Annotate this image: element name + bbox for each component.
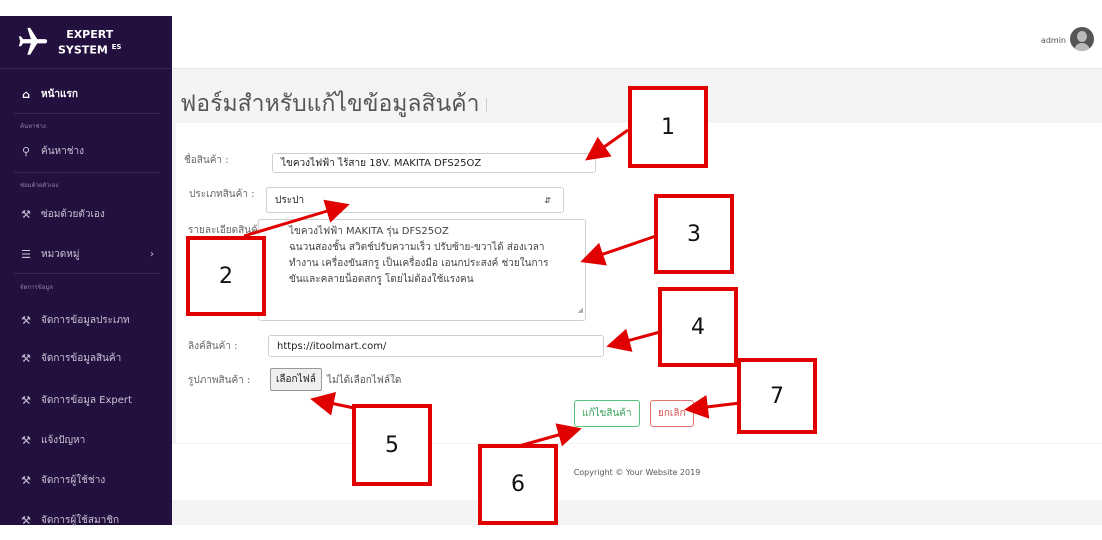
sidebar-item-label: หน้าแรก <box>41 88 78 100</box>
product-link-input[interactable]: https://itoolmart.com/ <box>268 335 604 357</box>
annotation-box-6: 6 <box>478 444 558 525</box>
name-label: ชื่อสินค้า : <box>184 155 229 166</box>
sidebar-heading-data: จัดการข้อมูล <box>20 284 53 291</box>
divider <box>14 172 160 173</box>
link-label: ลิงค์สินค้า : <box>188 341 238 352</box>
sidebar-item-label: จัดการผู้ใช้ช่าง <box>41 474 106 486</box>
footer: Copyright © Your Website 2019 <box>172 444 1102 500</box>
wrench-icon: ⚒ <box>21 351 31 365</box>
avatar[interactable] <box>1070 27 1094 51</box>
list-icon: ☰ <box>21 247 31 261</box>
sidebar-item-manage-member[interactable]: ⚒ จัดการผู้ใช้สมาชิก <box>0 500 172 540</box>
select-arrow-icon: ⇵ <box>544 195 551 205</box>
resize-handle-icon[interactable]: ◢ <box>578 302 583 318</box>
page-title-text: ฟอร์มสำหรับแก้ไขข้อมูลสินค้า <box>180 91 480 117</box>
annotation-box-1: 1 <box>628 86 708 168</box>
annotation-box-4: 4 <box>658 287 738 367</box>
annotation-box-3: 3 <box>654 194 734 274</box>
sidebar-item-label: หมวดหมู่ <box>41 248 80 260</box>
sidebar-item-search[interactable]: ⚲ ค้นหาช่าง <box>0 131 172 171</box>
detail-line: ขันและคลายน็อตสกรู โดยไม่ต้องใช้แรงคน <box>289 274 474 285</box>
title-divider <box>485 97 487 112</box>
detail-line: ฉนวนสองชั้น สวิตช์ปรับความเร็ว ปรับซ้าย-… <box>289 242 545 253</box>
annotation-box-5: 5 <box>352 404 432 486</box>
brand-line1: EXPERT <box>66 27 114 41</box>
annotation-box-7: 7 <box>737 358 817 434</box>
sidebar-item-label: จัดการข้อมูลประเภท <box>41 314 130 326</box>
product-name-input[interactable]: ไขควงไฟฟ้า ไร้สาย 18V. MAKITA DFS25OZ <box>272 153 596 173</box>
sidebar-item-manage-expert[interactable]: ⚒ จัดการข้อมูล Expert <box>0 380 172 420</box>
user-name[interactable]: admin <box>1041 36 1066 45</box>
choose-file-button[interactable]: เลือกไฟล์ <box>270 368 322 391</box>
home-icon: ⌂ <box>22 87 30 101</box>
detail-line: ทำงาน เครื่องขันสกรู เป็นเครื่องมือ เอนก… <box>289 258 549 269</box>
type-label: ประเภทสินค้า : <box>189 189 255 200</box>
sidebar-item-label: จัดการผู้ใช้สมาชิก <box>41 514 120 526</box>
sidebar-item-manage-product[interactable]: ⚒ จัดการข้อมูลสินค้า <box>0 338 172 378</box>
wrench-icon: ⚒ <box>21 207 31 221</box>
sidebar-item-report[interactable]: ⚒ แจ้งปัญหา <box>0 420 172 460</box>
wrench-icon: ⚒ <box>21 313 31 327</box>
top-strip <box>0 0 1102 16</box>
sidebar-item-label: ค้นหาช่าง <box>41 145 85 157</box>
chevron-right-icon: › <box>150 248 154 260</box>
wrench-icon: ⚒ <box>21 393 31 407</box>
sidebar-item-label: จัดการข้อมูลสินค้า <box>41 352 122 364</box>
wrench-icon: ⚒ <box>21 473 31 487</box>
search-icon: ⚲ <box>21 144 31 158</box>
divider <box>14 273 160 274</box>
copyright-text: Copyright © Your Website 2019 <box>573 468 701 477</box>
divider <box>14 113 160 114</box>
product-type-value: ประปา <box>275 194 305 206</box>
sidebar-item-category[interactable]: ☰ หมวดหมู่ › <box>0 234 172 274</box>
sidebar-item-label: แจ้งปัญหา <box>41 434 86 446</box>
page-title: ฟอร์มสำหรับแก้ไขข้อมูลสินค้า <box>180 86 487 122</box>
edit-form-card: ชื่อสินค้า : ไขควงไฟฟ้า ไร้สาย 18V. MAKI… <box>176 123 1102 443</box>
edit-product-button[interactable]: แก้ไขสินค้า <box>574 400 640 427</box>
top-header: admin <box>172 16 1102 69</box>
wrench-icon: ⚒ <box>21 433 31 447</box>
sidebar-item-home[interactable]: ⌂ หน้าแรก <box>0 74 172 114</box>
sidebar-heading-search: ค้นหาช่าง <box>20 123 46 130</box>
brand[interactable]: EXPERT SYSTEM ES <box>0 16 172 69</box>
brand-line2: SYSTEM <box>58 43 108 57</box>
sidebar: EXPERT SYSTEM ES ⌂ หน้าแรก ค้นหาช่าง ⚲ ค… <box>0 16 172 527</box>
annotation-box-2: 2 <box>186 236 266 316</box>
image-label: รูปภาพสินค้า : <box>188 375 251 386</box>
sidebar-item-manage-technician[interactable]: ⚒ จัดการผู้ใช้ช่าง <box>0 460 172 500</box>
product-type-select[interactable]: ประปา ⇵ <box>266 187 564 213</box>
airplane-icon <box>18 27 48 55</box>
sidebar-item-label: จัดการข้อมูล Expert <box>41 394 132 406</box>
detail-line: ไขควงไฟฟ้า MAKITA รุ่น DFS25OZ <box>289 226 449 237</box>
cancel-button[interactable]: ยกเลิก <box>650 400 694 427</box>
file-status: ไม่ได้เลือกไฟล์ใด <box>327 375 402 386</box>
brand-sup: ES <box>111 42 122 51</box>
sidebar-item-diy[interactable]: ⚒ ซ่อมด้วยตัวเอง <box>0 194 172 234</box>
sidebar-heading-diy: ซ่อมด้วยตัวเอง <box>20 182 59 189</box>
sidebar-item-label: ซ่อมด้วยตัวเอง <box>41 208 105 220</box>
brand-text: EXPERT SYSTEM ES <box>58 28 121 57</box>
sidebar-item-manage-type[interactable]: ⚒ จัดการข้อมูลประเภท <box>0 300 172 340</box>
product-detail-textarea[interactable]: ไขควงไฟฟ้า MAKITA รุ่น DFS25OZ ฉนวนสองชั… <box>258 219 586 321</box>
